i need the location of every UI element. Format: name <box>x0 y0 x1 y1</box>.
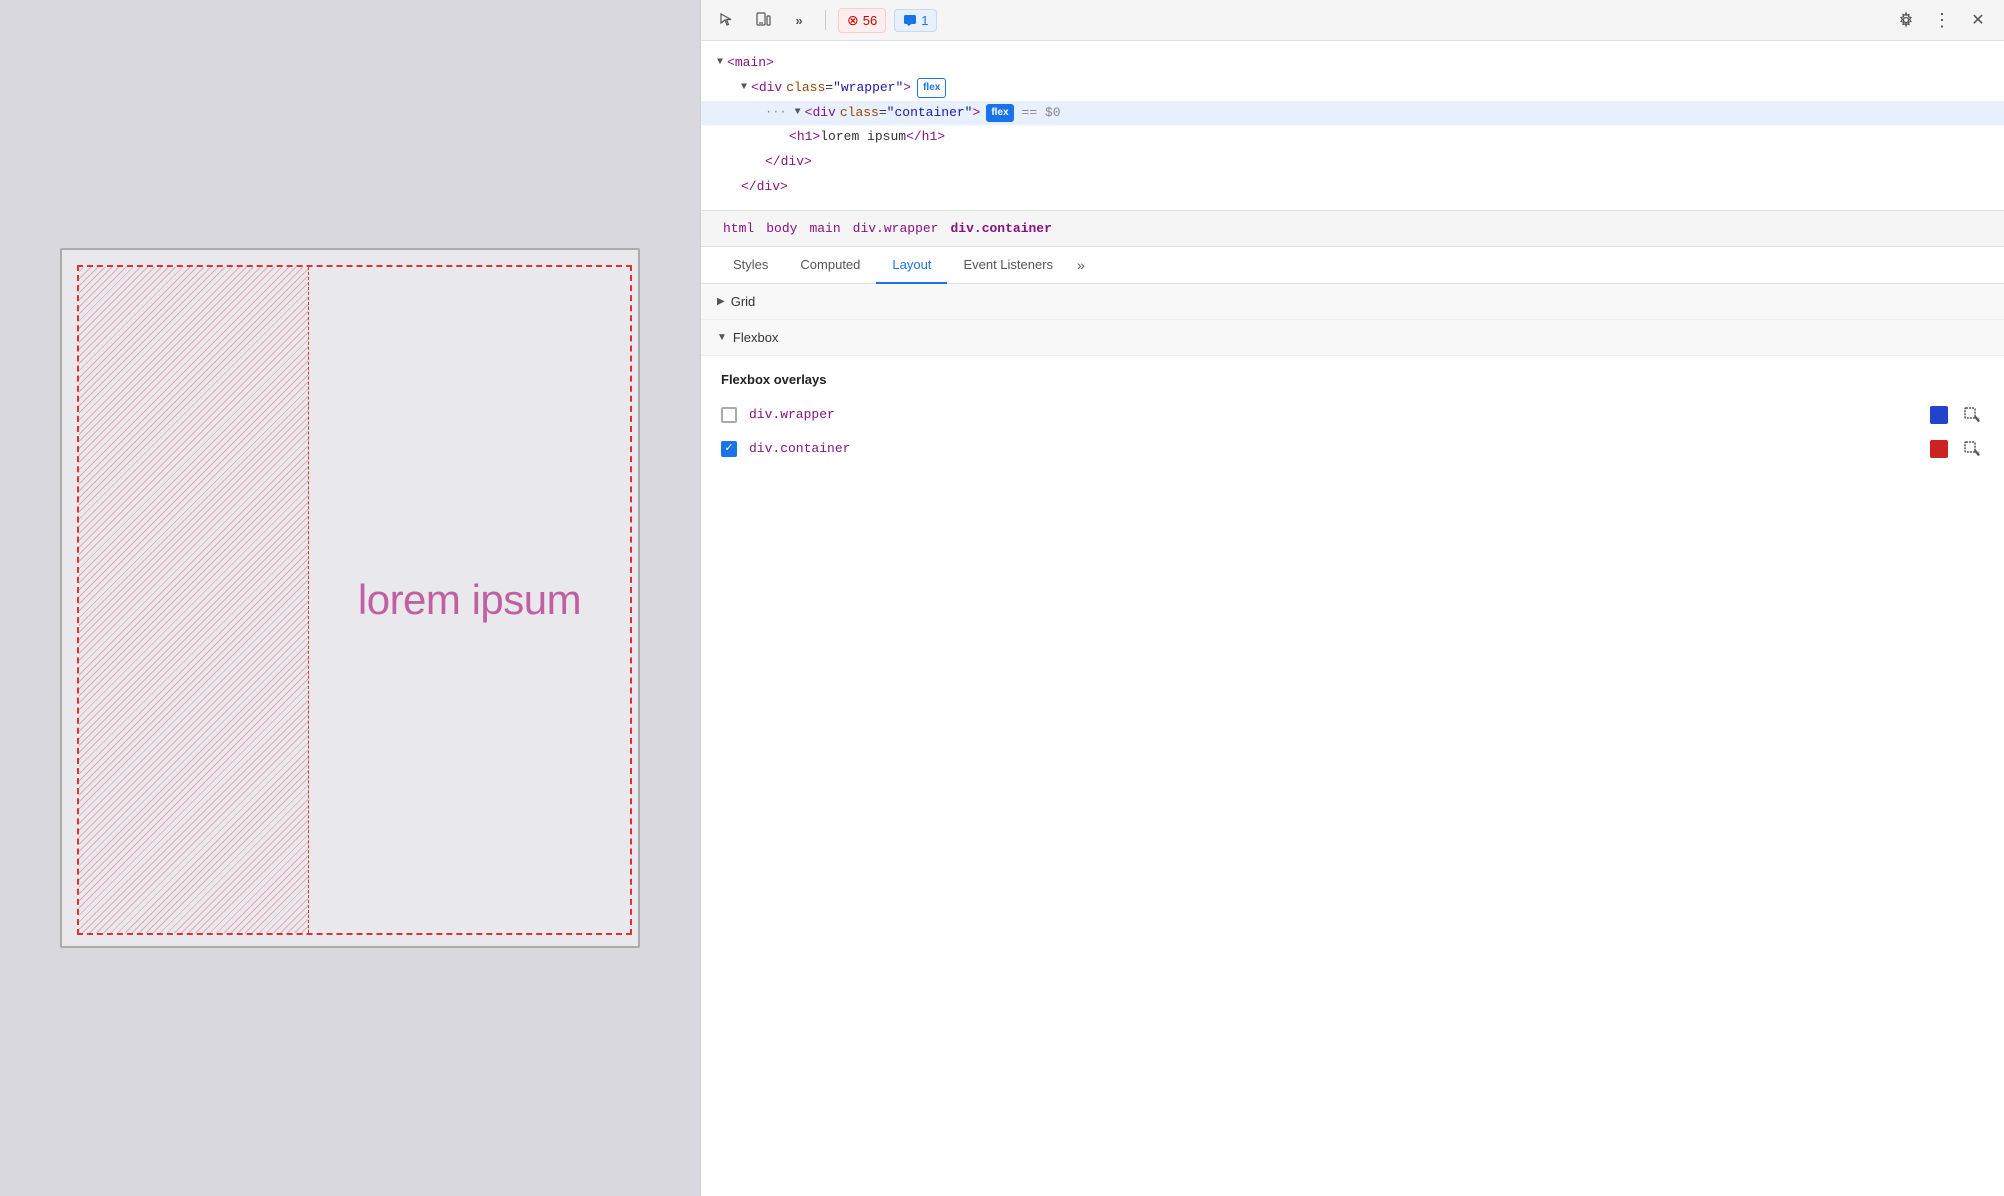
message-count: 1 <box>921 13 928 28</box>
breadcrumb-html[interactable]: html <box>717 219 760 238</box>
container-overlay: lorem ipsum <box>77 265 632 935</box>
flexbox-section-label: Flexbox <box>733 330 779 345</box>
wrapper-highlight-button[interactable] <box>1960 403 1984 427</box>
tree-line-container[interactable]: ··· ▼ <div class="container" > flex == $… <box>701 101 2004 126</box>
settings-button[interactable] <box>1892 6 1920 34</box>
overlay-row-wrapper: div.wrapper <box>721 403 1984 427</box>
flexbox-overlays-title: Flexbox overlays <box>721 372 1984 387</box>
grid-arrow-icon: ▶ <box>717 296 725 307</box>
wrapper-color-swatch[interactable] <box>1930 406 1948 424</box>
tree-line-h1[interactable]: <h1> lorem ipsum </h1> <box>701 125 2004 150</box>
breadcrumb-main[interactable]: main <box>803 219 846 238</box>
grid-section-header[interactable]: ▶ Grid <box>701 284 2004 320</box>
lorem-ipsum-text: lorem ipsum <box>358 576 581 624</box>
flexbox-arrow-icon: ▼ <box>717 332 727 343</box>
container-highlight-button[interactable] <box>1960 437 1984 461</box>
hatch-area <box>79 267 309 933</box>
tree-line-container-close[interactable]: </div> <box>701 150 2004 175</box>
flexbox-section-header[interactable]: ▼ Flexbox <box>701 320 2004 356</box>
breadcrumb-body[interactable]: body <box>760 219 803 238</box>
wrapper-overlay-label[interactable]: div.wrapper <box>749 407 1918 422</box>
flexbox-overlays-panel: Flexbox overlays div.wrapper div.contain… <box>701 356 2004 487</box>
tab-more-button[interactable]: » <box>1069 247 1093 283</box>
more-menu-button[interactable]: ⋮ <box>1928 6 1956 34</box>
error-count: 56 <box>863 13 877 28</box>
toolbar-separator <box>825 10 826 30</box>
tab-layout[interactable]: Layout <box>876 247 947 284</box>
container-color-swatch[interactable] <box>1930 440 1948 458</box>
tree-line-wrapper[interactable]: ▼ <div class="wrapper" > flex <box>701 76 2004 101</box>
inspect-element-button[interactable] <box>713 6 741 34</box>
tree-line-main[interactable]: ▼ <main> <box>701 51 2004 76</box>
devtools-toolbar: » ⊗ 56 1 ⋮ ✕ <box>701 0 2004 41</box>
browser-content: lorem ipsum <box>60 248 640 948</box>
tab-event-listeners[interactable]: Event Listeners <box>947 247 1069 284</box>
content-area: lorem ipsum <box>309 267 630 933</box>
grid-section-label: Grid <box>731 294 756 309</box>
layout-content: ▶ Grid ▼ Flexbox Flexbox overlays div.wr… <box>701 284 2004 1196</box>
breadcrumb-container[interactable]: div.container <box>944 219 1057 238</box>
tab-computed[interactable]: Computed <box>784 247 876 284</box>
html-tree: ▼ <main> ▼ <div class="wrapper" > flex ·… <box>701 41 2004 211</box>
devtools-panel: » ⊗ 56 1 ⋮ ✕ <box>700 0 2004 1196</box>
overlay-row-container: div.container <box>721 437 1984 461</box>
breadcrumb: html body main div.wrapper div.container <box>701 211 2004 247</box>
error-badge[interactable]: ⊗ 56 <box>838 8 886 33</box>
tree-line-wrapper-close[interactable]: </div> <box>701 175 2004 200</box>
container-overlay-checkbox[interactable] <box>721 441 737 457</box>
tabs-row: Styles Computed Layout Event Listeners » <box>701 247 2004 284</box>
message-badge[interactable]: 1 <box>894 9 937 32</box>
tab-styles[interactable]: Styles <box>717 247 784 284</box>
wrapper-overlay-checkbox[interactable] <box>721 407 737 423</box>
device-toolbar-button[interactable] <box>749 6 777 34</box>
viewport-panel: lorem ipsum <box>0 0 700 1196</box>
close-devtools-button[interactable]: ✕ <box>1964 6 1992 34</box>
more-tools-button[interactable]: » <box>785 6 813 34</box>
container-overlay-label[interactable]: div.container <box>749 441 1918 456</box>
breadcrumb-wrapper[interactable]: div.wrapper <box>847 219 945 238</box>
